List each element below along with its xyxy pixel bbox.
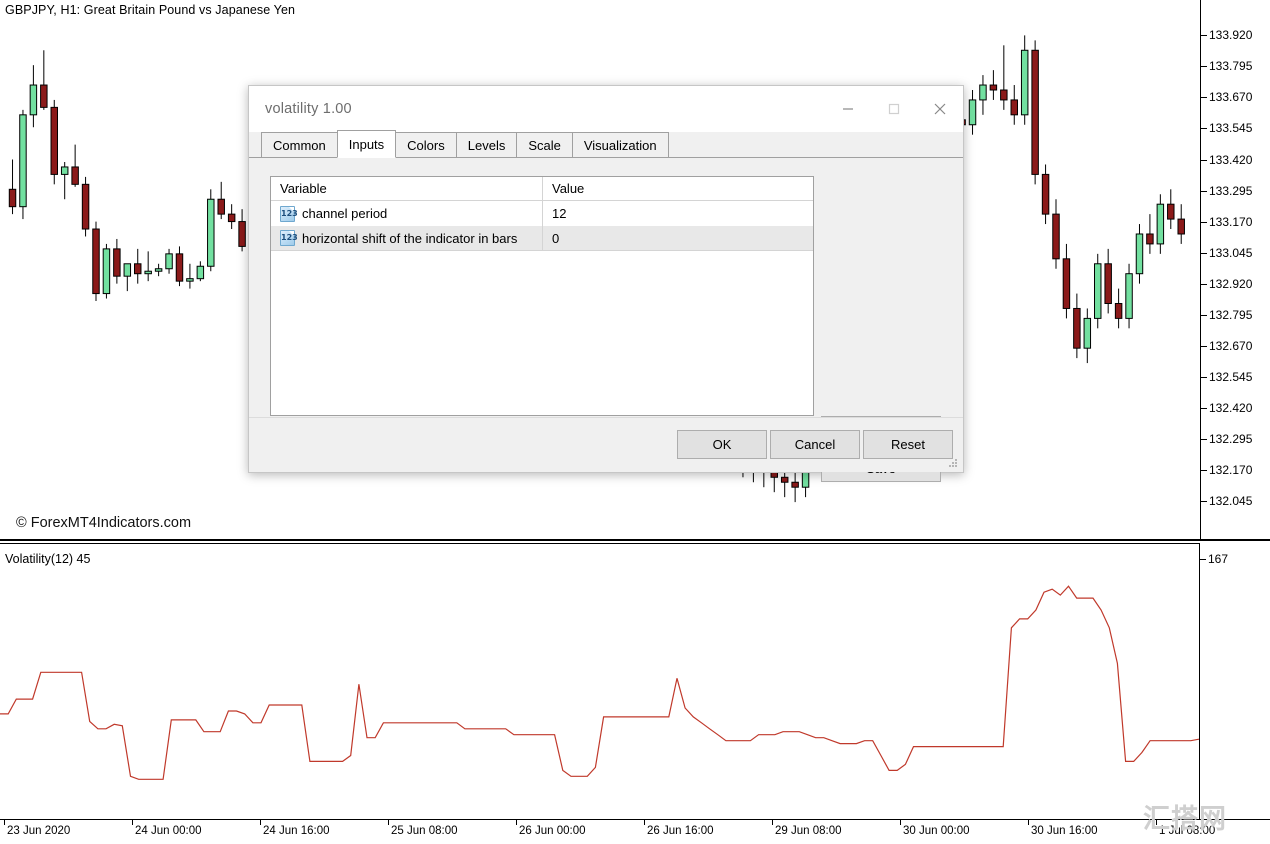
tab-colors[interactable]: Colors (395, 132, 457, 157)
price-axis-label: 132.545 (1209, 370, 1252, 384)
tab-visualization[interactable]: Visualization (572, 132, 669, 157)
time-axis-tick (388, 820, 389, 825)
price-axis-label: 133.795 (1209, 59, 1252, 73)
close-icon[interactable] (917, 86, 963, 132)
time-axis-tick (900, 820, 901, 825)
column-header-variable: Variable (271, 177, 543, 200)
price-axis-label: 132.920 (1209, 277, 1252, 291)
number-input-icon (280, 206, 295, 222)
number-input-icon (280, 230, 295, 246)
indicator-axis-tick (1200, 559, 1206, 560)
volatility-line-series (0, 544, 1199, 820)
indicator-scale-value: 167 (1208, 552, 1228, 566)
dialog-titlebar[interactable]: volatility 1.00 (249, 86, 963, 132)
indicator-plot-area[interactable] (0, 543, 1200, 820)
dialog-tabs[interactable]: CommonInputsColorsLevelsScaleVisualizati… (249, 132, 963, 158)
price-axis-tick (1201, 160, 1207, 161)
price-axis-tick (1201, 284, 1207, 285)
price-axis-label: 133.670 (1209, 90, 1252, 104)
input-value-cell[interactable]: 0 (543, 226, 813, 250)
time-axis-label: 29 Jun 08:00 (775, 825, 842, 837)
time-axis-label: 30 Jun 16:00 (1031, 825, 1098, 837)
column-header-value: Value (543, 177, 813, 200)
time-axis-label: 26 Jun 00:00 (519, 825, 586, 837)
input-variable-cell: channel period (271, 201, 543, 226)
time-axis-tick (260, 820, 261, 825)
time-axis-tick (516, 820, 517, 825)
input-variable-cell: horizontal shift of the indicator in bar… (271, 226, 543, 250)
price-axis-tick (1201, 439, 1207, 440)
time-axis-tick (1156, 820, 1157, 825)
price-axis-tick (1201, 470, 1207, 471)
price-axis-label: 133.295 (1209, 184, 1252, 198)
indicator-label: Volatility(12) 45 (5, 552, 90, 566)
price-axis-label: 132.795 (1209, 308, 1252, 322)
tab-scale[interactable]: Scale (516, 132, 573, 157)
price-axis-label: 132.045 (1209, 494, 1252, 508)
inputs-grid-header: Variable Value (271, 177, 813, 201)
price-axis-label: 133.420 (1209, 153, 1252, 167)
minimize-icon[interactable] (825, 86, 871, 132)
price-axis[interactable]: 133.920 133.795 133.670 133.545 133.420 133.2… (1200, 0, 1270, 539)
time-axis-label: 26 Jun 16:00 (647, 825, 714, 837)
input-value-cell[interactable]: 12 (543, 201, 813, 226)
dialog-footer: OK Cancel Reset (249, 417, 963, 472)
dialog-body: Variable Value channel period 12 horizon… (249, 158, 963, 472)
price-axis-tick (1201, 253, 1207, 254)
price-axis-tick (1201, 501, 1207, 502)
cancel-button[interactable]: Cancel (770, 430, 860, 459)
inputs-grid[interactable]: Variable Value channel period 12 horizon… (270, 176, 814, 416)
time-axis-label: 30 Jun 00:00 (903, 825, 970, 837)
indicator-axis[interactable]: 167 (1200, 543, 1270, 820)
price-axis-label: 133.170 (1209, 215, 1252, 229)
resize-grip-icon[interactable] (947, 457, 959, 469)
price-axis-tick (1201, 128, 1207, 129)
time-axis-label: 25 Jun 08:00 (391, 825, 458, 837)
price-axis-label: 132.670 (1209, 339, 1252, 353)
time-axis-label: 24 Jun 00:00 (135, 825, 202, 837)
time-axis-tick (1028, 820, 1029, 825)
price-axis-tick (1201, 408, 1207, 409)
time-axis-tick (4, 820, 5, 825)
price-axis-tick (1201, 315, 1207, 316)
reset-button[interactable]: Reset (863, 430, 953, 459)
copyright-watermark: © ForexMT4Indicators.com (16, 515, 191, 531)
price-axis-tick (1201, 377, 1207, 378)
tab-levels[interactable]: Levels (456, 132, 518, 157)
price-axis-label: 132.295 (1209, 432, 1252, 446)
price-axis-tick (1201, 346, 1207, 347)
price-axis-label: 133.045 (1209, 246, 1252, 260)
time-axis-label: 24 Jun 16:00 (263, 825, 330, 837)
time-axis-tick (644, 820, 645, 825)
ok-button[interactable]: OK (677, 430, 767, 459)
tab-common[interactable]: Common (261, 132, 338, 157)
price-axis-tick (1201, 66, 1207, 67)
price-axis-tick (1201, 222, 1207, 223)
price-axis-label: 133.920 (1209, 28, 1252, 42)
maximize-icon[interactable] (871, 86, 917, 132)
tab-inputs[interactable]: Inputs (337, 130, 396, 158)
time-axis-label: 1 Jul 08:00 (1159, 825, 1215, 837)
time-axis-tick (132, 820, 133, 825)
price-axis-tick (1201, 35, 1207, 36)
price-axis-label: 133.545 (1209, 121, 1252, 135)
price-axis-tick (1201, 191, 1207, 192)
price-axis-label: 132.420 (1209, 401, 1252, 415)
table-row[interactable]: channel period 12 (271, 201, 813, 226)
table-row[interactable]: horizontal shift of the indicator in bar… (271, 226, 813, 251)
time-axis[interactable]: 23 Jun 2020 24 Jun 00:00 24 Jun 16:00 25 Ju… (0, 819, 1270, 844)
price-axis-label: 132.170 (1209, 463, 1252, 477)
input-variable-label: channel period (302, 206, 387, 221)
input-variable-label: horizontal shift of the indicator in bar… (302, 231, 517, 246)
time-axis-label: 23 Jun 2020 (7, 825, 70, 837)
window-controls (825, 86, 963, 132)
indicator-properties-dialog[interactable]: volatility 1.00 CommonInputsColorsLevels… (248, 85, 964, 473)
price-axis-tick (1201, 97, 1207, 98)
dialog-title: volatility 1.00 (265, 101, 352, 117)
time-axis-tick (772, 820, 773, 825)
